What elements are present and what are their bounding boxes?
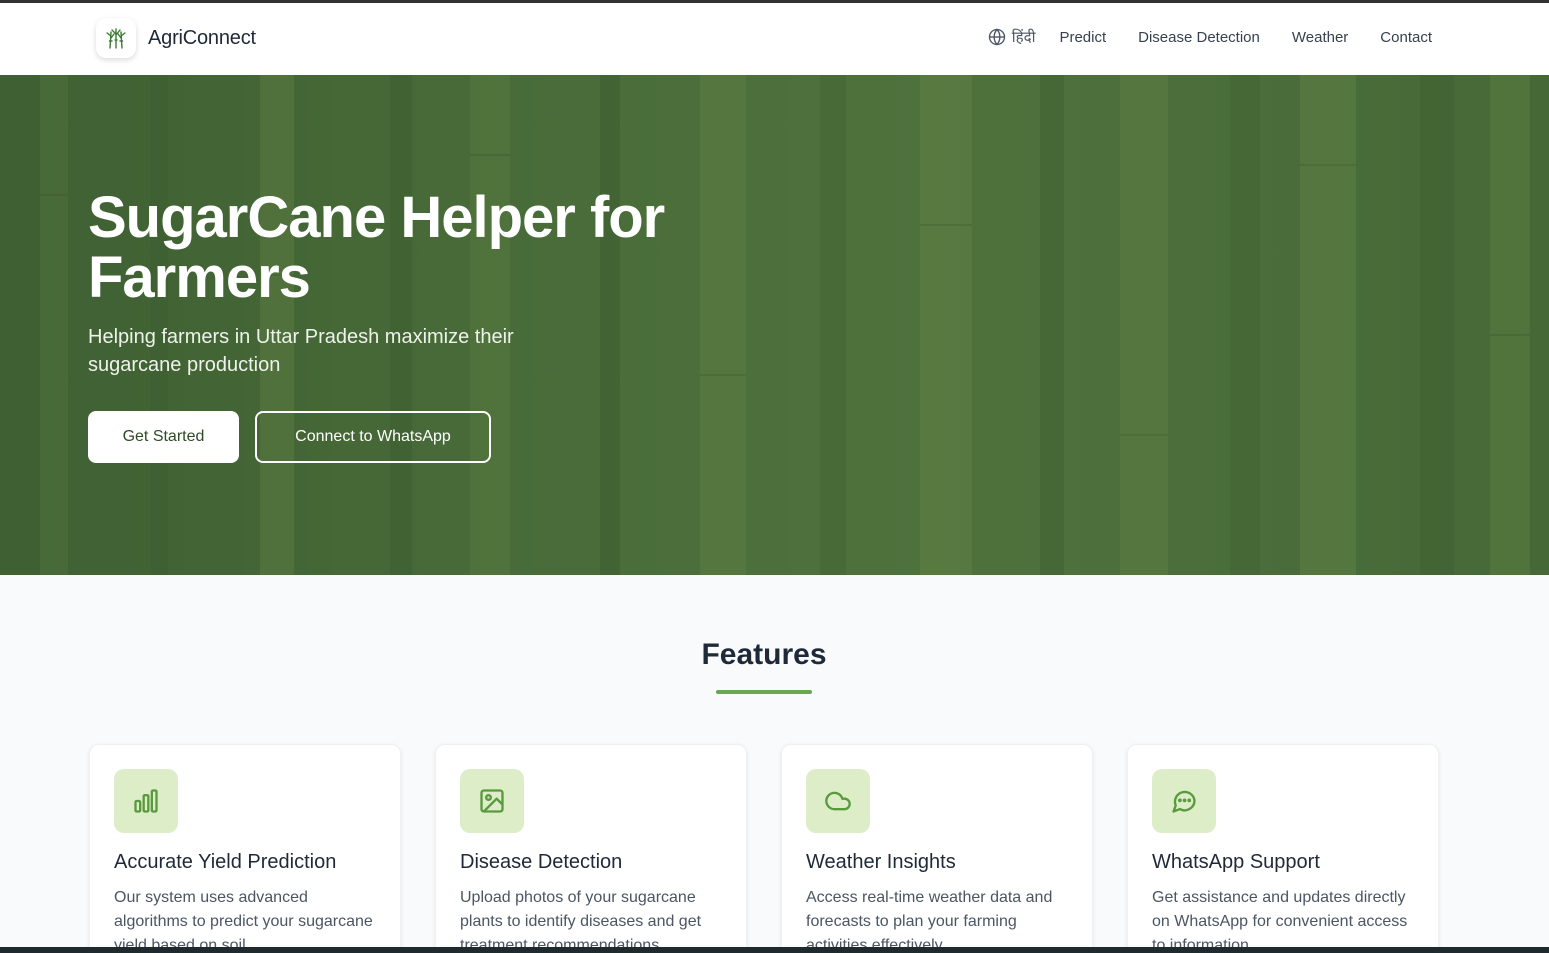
bar-chart-icon: [114, 769, 178, 833]
sugarcane-logo-icon: [96, 18, 136, 58]
card-description: Access real-time weather data and foreca…: [806, 889, 1053, 953]
bottom-edge: [0, 947, 1549, 953]
features-heading: Features: [701, 638, 827, 671]
get-started-button[interactable]: Get Started: [88, 411, 239, 463]
feature-card-yield[interactable]: Accurate Yield Prediction Our system use…: [89, 744, 401, 953]
nav-disease-detection[interactable]: Disease Detection: [1138, 29, 1260, 46]
feature-card-disease[interactable]: Disease Detection Upload photos of your …: [435, 744, 747, 953]
card-title: Weather Insights: [806, 851, 956, 873]
card-description: Get assistance and updates directly on W…: [1152, 889, 1408, 953]
brand-name: AgriConnect: [148, 26, 256, 49]
nav-weather[interactable]: Weather: [1292, 29, 1348, 46]
card-description: Our system uses advanced algorithms to p…: [114, 889, 373, 953]
feature-card-weather[interactable]: Weather Insights Access real-time weathe…: [781, 744, 1093, 953]
chat-icon: [1152, 769, 1216, 833]
card-title: Accurate Yield Prediction: [114, 851, 337, 873]
language-toggle[interactable]: हिंदी: [988, 27, 1036, 47]
main-nav: हिंदी Predict Disease Detection Weather …: [988, 27, 1432, 47]
nav-contact[interactable]: Contact: [1380, 29, 1432, 46]
brand[interactable]: AgriConnect: [96, 18, 256, 58]
card-title: Disease Detection: [460, 851, 623, 873]
features-underline: [716, 690, 812, 694]
feature-card-whatsapp[interactable]: WhatsApp Support Get assistance and upda…: [1127, 744, 1439, 953]
card-title: WhatsApp Support: [1152, 851, 1320, 873]
hero-title: SugarCane Helper for Farmers: [88, 185, 665, 310]
image-icon: [460, 769, 524, 833]
card-description: Upload photos of your sugarcane plants t…: [460, 889, 702, 953]
connect-whatsapp-button[interactable]: Connect to WhatsApp: [255, 411, 491, 463]
language-label: हिंदी: [1011, 29, 1036, 46]
globe-icon: [988, 28, 1005, 46]
hero-subtitle: Helping farmers in Uttar Pradesh maximiz…: [88, 326, 514, 376]
cloud-icon: [806, 769, 870, 833]
hero-section: SugarCane Helper for Farmers Helping far…: [0, 75, 1549, 575]
nav-predict[interactable]: Predict: [1059, 29, 1106, 46]
site-header: AgriConnect हिंदी Predict Disease Detect…: [0, 3, 1549, 75]
